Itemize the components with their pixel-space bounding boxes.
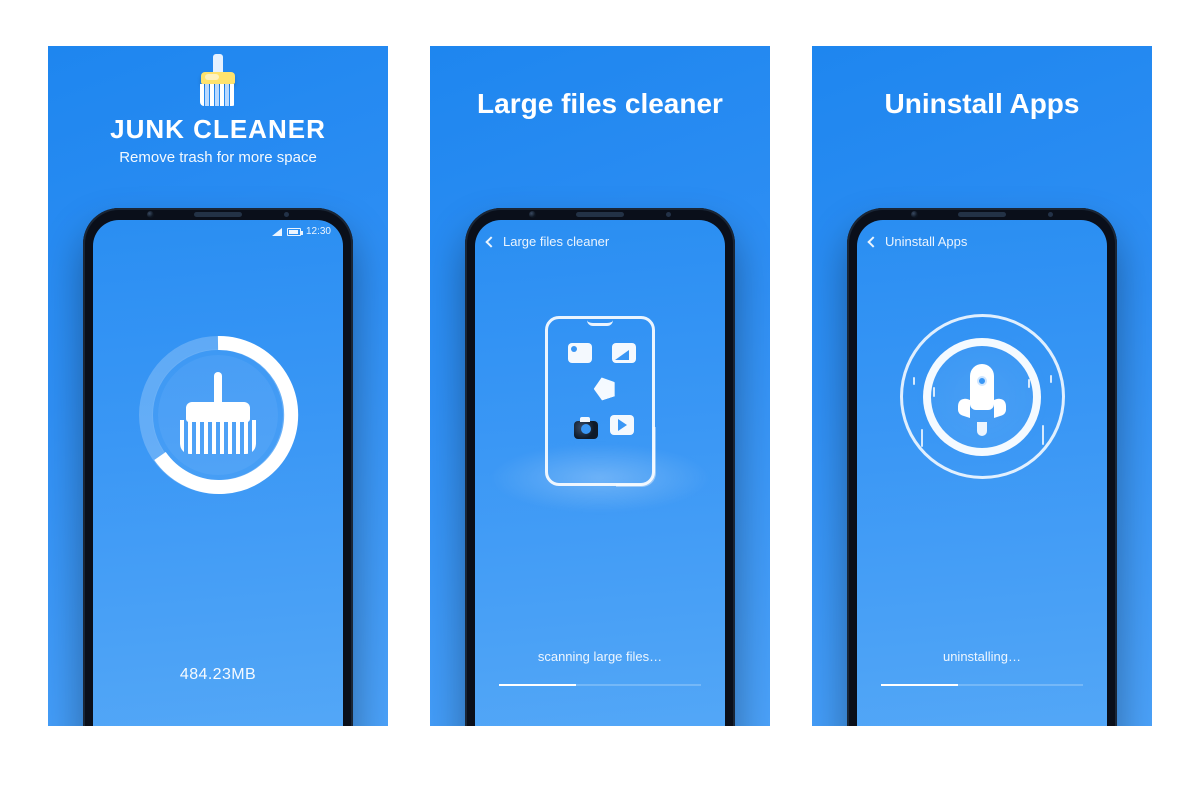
panel1-phone-mockup: 12:30 bbox=[83, 208, 353, 726]
phone-camera-dot bbox=[911, 211, 918, 218]
promo-panel-uninstall: Uninstall Apps Uninstall Apps bbox=[812, 46, 1152, 726]
phone-earpiece bbox=[576, 212, 624, 217]
phone-earpiece bbox=[958, 212, 1006, 217]
picture-file-icon bbox=[612, 343, 636, 363]
panel1-title: JUNK CLEANER bbox=[48, 114, 388, 145]
speed-line-icon bbox=[921, 429, 923, 447]
rocket-illustration bbox=[857, 314, 1107, 479]
status-text: uninstalling… bbox=[857, 649, 1107, 664]
inner-ring-icon bbox=[923, 338, 1041, 456]
panel3-title: Uninstall Apps bbox=[812, 88, 1152, 120]
brush-icon bbox=[196, 54, 240, 110]
panel1-subtitle: Remove trash for more space bbox=[48, 149, 388, 166]
scan-size-label: 484.23MB bbox=[93, 666, 343, 684]
panel3-phone-screen: Uninstall Apps bbox=[857, 220, 1107, 726]
outer-ring-icon bbox=[900, 314, 1065, 479]
back-icon[interactable] bbox=[867, 236, 878, 247]
screen-nav-title: Large files cleaner bbox=[503, 234, 609, 249]
promo-panel-large-files: Large files cleaner Large files cleaner bbox=[430, 46, 770, 726]
music-file-icon bbox=[591, 374, 619, 402]
panel2-phone-screen: Large files cleaner scanning large files… bbox=[475, 220, 725, 726]
speed-line-icon bbox=[933, 387, 935, 397]
screenshots-row: JUNK CLEANER Remove trash for more space… bbox=[0, 0, 1200, 800]
panel1-header: JUNK CLEANER Remove trash for more space bbox=[48, 54, 388, 166]
files-illustration bbox=[475, 316, 725, 486]
phone-earpiece bbox=[194, 212, 242, 217]
speed-line-icon bbox=[913, 377, 915, 385]
phone-camera-dot bbox=[147, 211, 154, 218]
image-file-icon bbox=[568, 343, 592, 363]
speed-line-icon bbox=[1042, 425, 1044, 445]
screen-nav-title: Uninstall Apps bbox=[885, 234, 967, 249]
phone-sensor-dot bbox=[666, 212, 671, 217]
battery-icon bbox=[287, 228, 301, 236]
screen-nav-bar: Large files cleaner bbox=[475, 220, 725, 249]
progress-track bbox=[881, 684, 1083, 686]
camera-file-icon bbox=[574, 421, 598, 439]
panel3-phone-mockup: Uninstall Apps bbox=[847, 208, 1117, 726]
panel2-title: Large files cleaner bbox=[430, 88, 770, 120]
back-icon[interactable] bbox=[485, 236, 496, 247]
speed-line-icon bbox=[1028, 379, 1030, 388]
panel1-phone-screen: 12:30 bbox=[93, 220, 343, 726]
phone-outline-icon bbox=[545, 316, 655, 486]
scan-illustration bbox=[93, 330, 343, 500]
speed-line-icon bbox=[1050, 375, 1052, 383]
status-text: scanning large files… bbox=[475, 649, 725, 664]
signal-icon bbox=[272, 228, 282, 236]
broom-icon bbox=[158, 355, 278, 475]
rocket-icon bbox=[962, 360, 1002, 434]
status-time: 12:30 bbox=[306, 226, 331, 237]
phone-sensor-dot bbox=[284, 212, 289, 217]
phone-sensor-dot bbox=[1048, 212, 1053, 217]
status-bar: 12:30 bbox=[93, 220, 343, 237]
panel2-phone-mockup: Large files cleaner scanning large files… bbox=[465, 208, 735, 726]
screen-nav-bar: Uninstall Apps bbox=[857, 220, 1107, 249]
progress-bar bbox=[499, 684, 576, 686]
progress-track bbox=[499, 684, 701, 686]
progress-bar bbox=[881, 684, 958, 686]
phone-camera-dot bbox=[529, 211, 536, 218]
promo-panel-junk-cleaner: JUNK CLEANER Remove trash for more space… bbox=[48, 46, 388, 726]
